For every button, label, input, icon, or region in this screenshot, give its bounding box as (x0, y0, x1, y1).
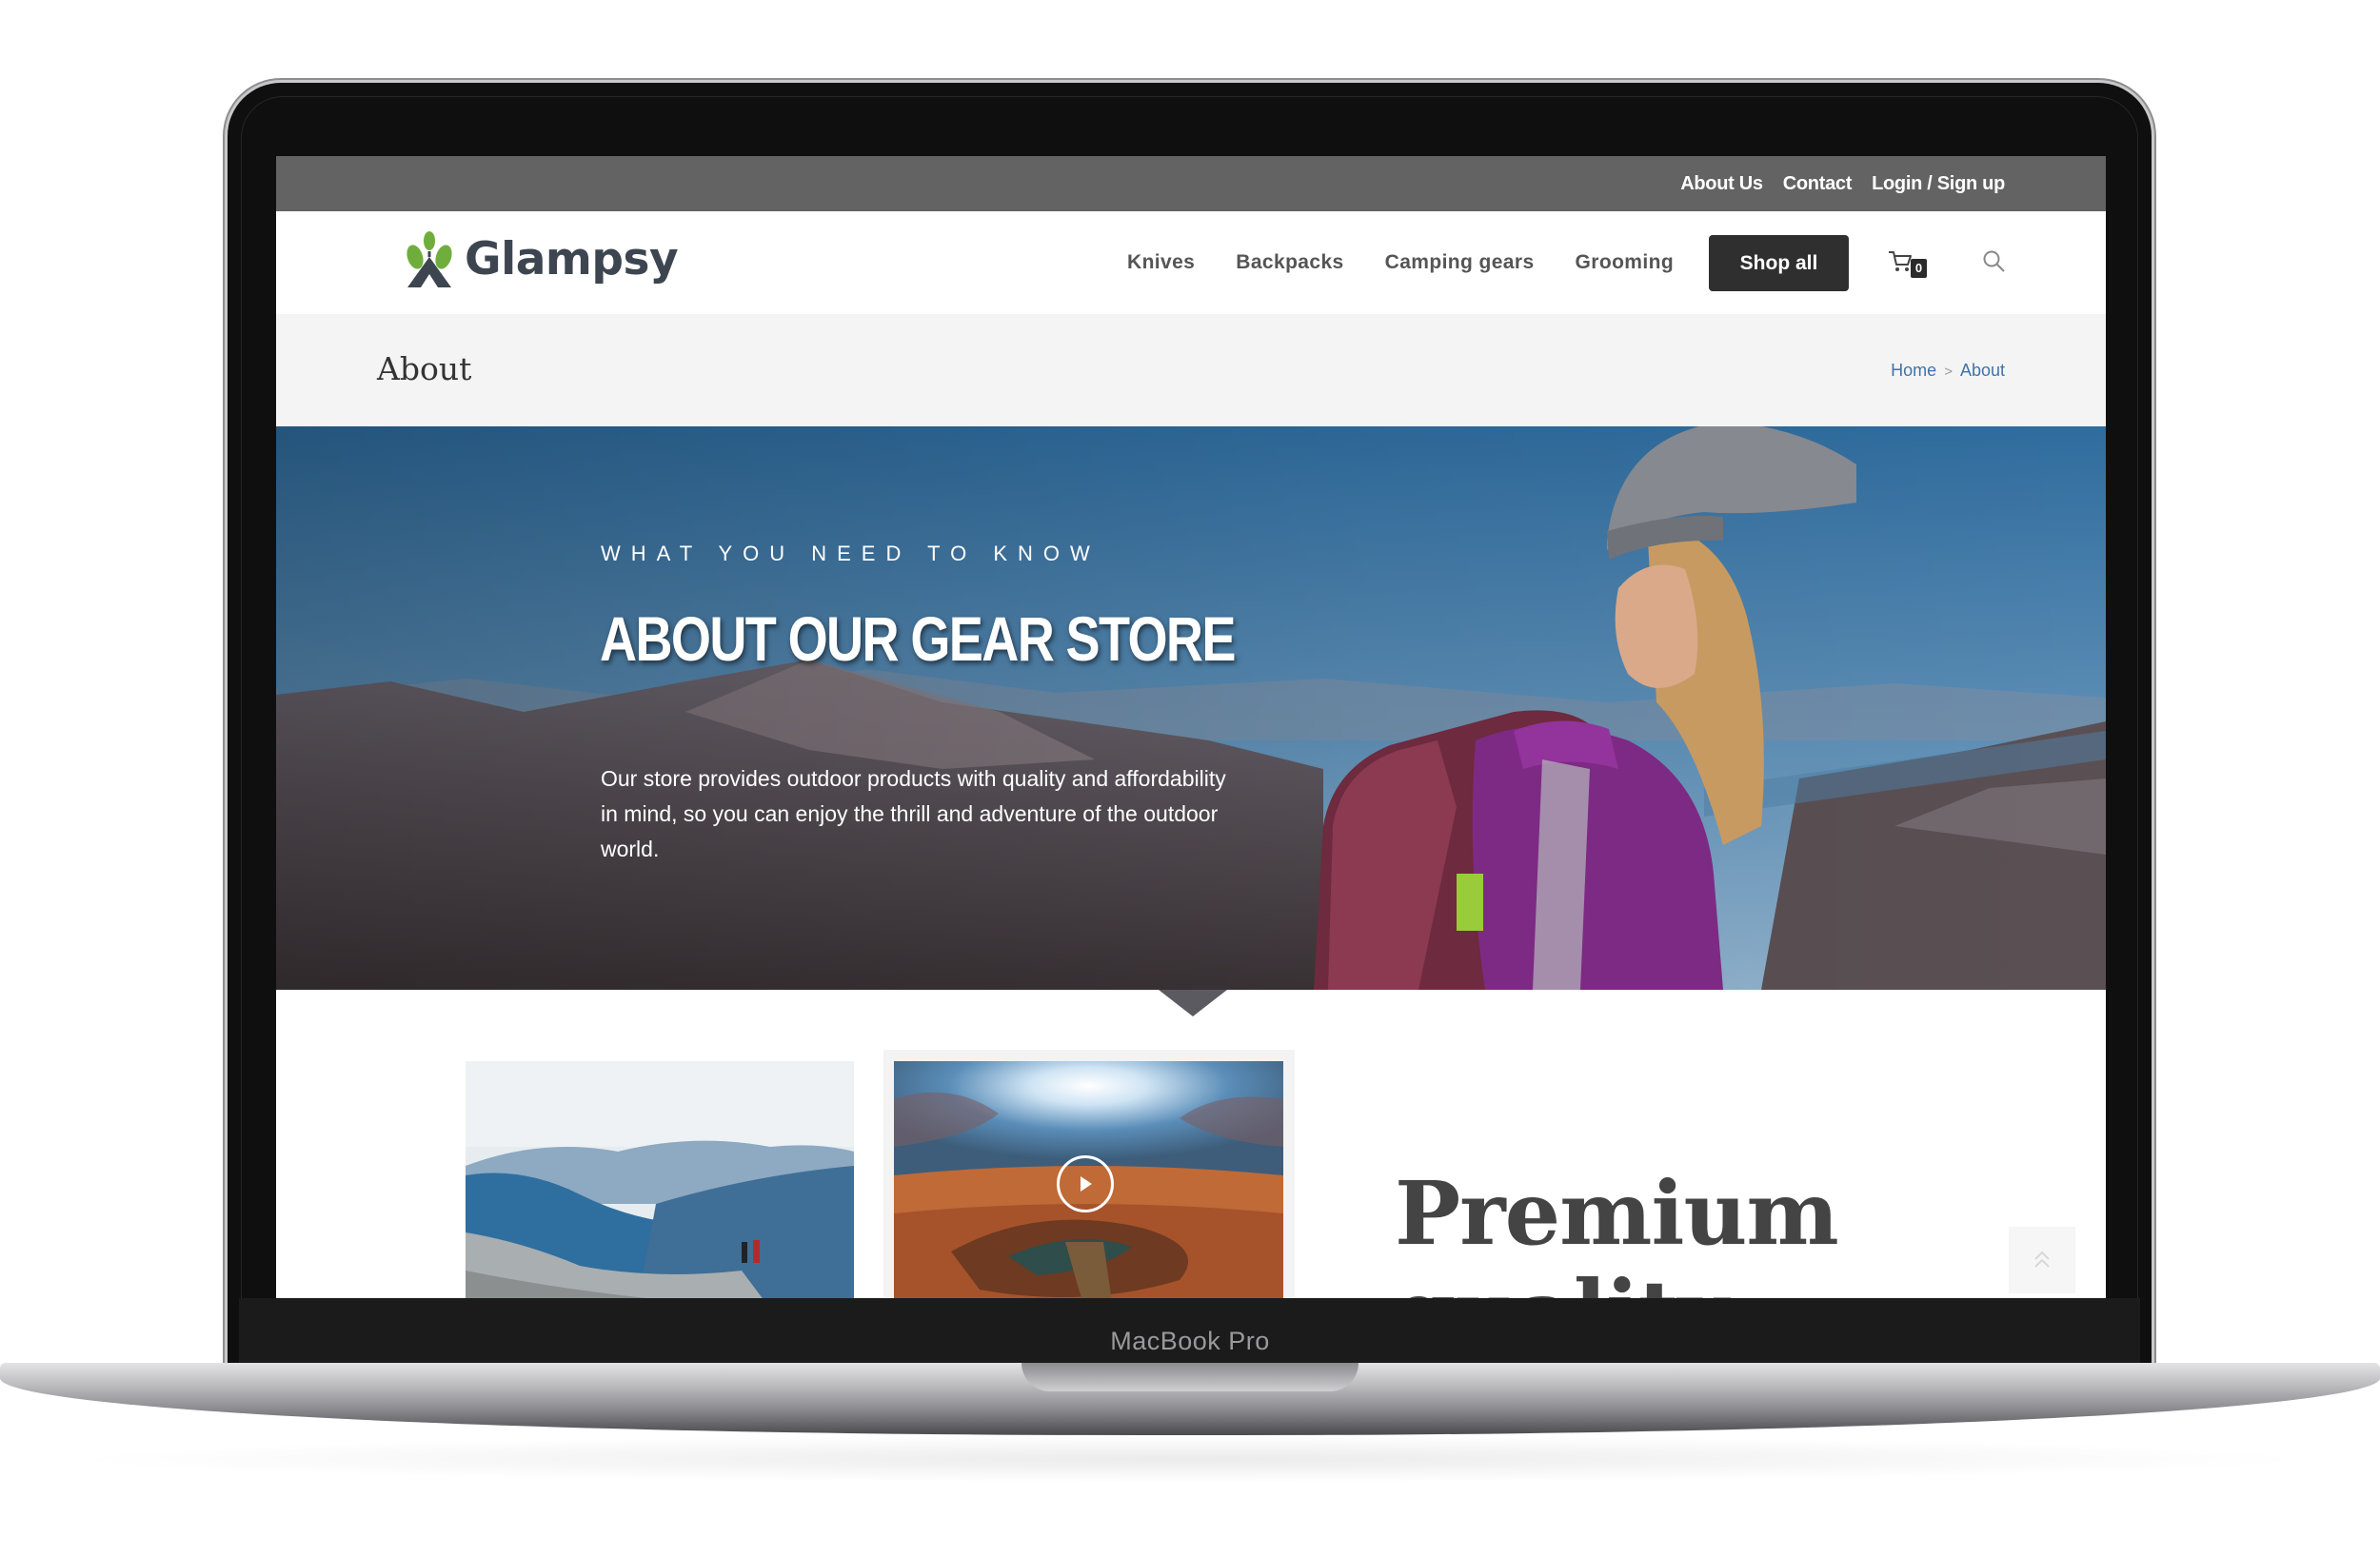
cart-icon (1889, 251, 1912, 271)
breadcrumb-home[interactable]: Home (1891, 361, 1936, 380)
laptop-shadow (57, 1435, 2323, 1483)
browser-screen: About Us Contact Login / Sign up Glampsy… (276, 156, 2106, 1298)
cart-count-badge: 0 (1911, 259, 1927, 278)
premium-heading-line-2: quality (1395, 1261, 1729, 1298)
hero-description: Our store provides outdoor products with… (601, 766, 1226, 861)
top-bar: About Us Contact Login / Sign up (276, 156, 2106, 211)
page-title-bar: About Home > About (276, 314, 2106, 426)
logo-icon (407, 231, 452, 287)
top-link-login-signup[interactable]: Login / Sign up (1872, 173, 2005, 195)
site-logo[interactable]: Glampsy (398, 228, 679, 289)
top-link-about-us[interactable]: About Us (1680, 173, 1763, 195)
laptop-notch (1021, 1363, 1359, 1391)
search-button[interactable] (1982, 249, 2007, 274)
breadcrumb-separator: > (1944, 364, 1953, 380)
breadcrumb-about[interactable]: About (1960, 361, 2005, 380)
double-chevron-up-icon (2034, 1251, 2050, 1268)
premium-heading-line-1: Premium (1395, 1162, 1839, 1265)
device-label: MacBook Pro (1110, 1327, 1270, 1355)
top-bar-links: About Us Contact Login / Sign up (1680, 156, 2005, 211)
nav-item-knives[interactable]: Knives (1127, 251, 1195, 274)
nav-item-grooming[interactable]: Grooming (1576, 251, 1675, 274)
play-icon (1081, 1176, 1092, 1192)
nav-item-camping-gears[interactable]: Camping gears (1385, 251, 1535, 274)
logo-wordmark: Glampsy (465, 232, 679, 286)
cart-button[interactable]: 0 (1887, 249, 1927, 280)
section-pointer (1159, 990, 1227, 1016)
scroll-to-top-button[interactable] (2009, 1227, 2075, 1293)
premium-quality-heading: Premium quality (1395, 1162, 1839, 1298)
hero-banner: WHAT YOU NEED TO KNOW ABOUT OUR GEAR STO… (276, 426, 2106, 990)
hero-title: ABOUT OUR GEAR STORE (600, 603, 1236, 674)
hero-background-image (276, 426, 2106, 990)
breadcrumb: Home > About (1891, 361, 2005, 381)
fjord-image (466, 1061, 854, 1298)
top-link-contact[interactable]: Contact (1783, 173, 1853, 195)
shop-all-button[interactable]: Shop all (1709, 235, 1849, 291)
hero-eyebrow: WHAT YOU NEED TO KNOW (601, 542, 1101, 565)
page-title: About (377, 350, 472, 387)
main-navbar: Glampsy Knives Backpacks Camping gears G… (276, 211, 2106, 314)
search-icon (1983, 250, 2005, 272)
nav-item-backpacks[interactable]: Backpacks (1236, 251, 1343, 274)
gallery-image-fjord[interactable] (466, 1061, 854, 1298)
primary-nav: Knives Backpacks Camping gears Grooming (1127, 211, 1715, 314)
video-play-button[interactable] (1057, 1155, 1114, 1212)
